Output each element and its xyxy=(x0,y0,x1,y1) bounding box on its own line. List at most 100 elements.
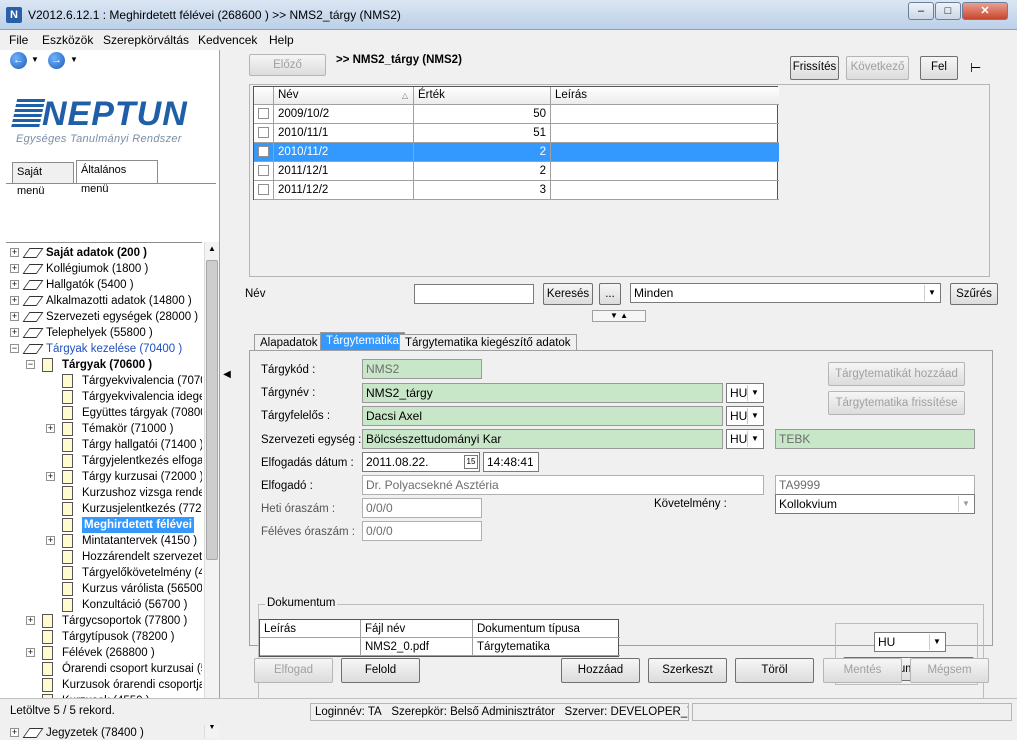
expand-node-icon[interactable]: + xyxy=(26,616,35,625)
szerkeszt-button[interactable]: Szerkeszt xyxy=(648,658,727,683)
add-tematika-button[interactable]: Tárgytematikát hozzáad xyxy=(828,362,965,386)
row-checkbox[interactable] xyxy=(258,146,269,157)
targynev-lang-select[interactable]: HU ▼ xyxy=(726,383,764,403)
close-button[interactable]: ✕ xyxy=(962,2,1008,20)
grid-header-nev[interactable]: Név △ xyxy=(274,87,414,105)
doc-cell-leiras[interactable] xyxy=(260,638,361,656)
row-checkbox[interactable] xyxy=(258,127,269,138)
cell-nev[interactable]: 2011/12/2 xyxy=(274,181,414,200)
menu-file[interactable]: File xyxy=(9,33,28,47)
splitter-toggle-icon[interactable]: ▼ ▲ xyxy=(592,310,646,322)
torol-button[interactable]: Töröl xyxy=(735,658,814,683)
tree-scrollbar[interactable]: ▲ ▼ xyxy=(204,242,219,738)
cell-ertek[interactable]: 2 xyxy=(414,162,551,181)
cell-ertek[interactable]: 51 xyxy=(414,124,551,143)
cell-nev[interactable]: 2010/11/1 xyxy=(274,124,414,143)
tab-sajat-menu[interactable]: Saját menü xyxy=(12,162,74,197)
cell-leiras[interactable] xyxy=(551,105,779,124)
cell-ertek[interactable]: 50 xyxy=(414,105,551,124)
cell-leiras[interactable] xyxy=(551,143,779,162)
expand-node-icon[interactable]: + xyxy=(10,728,19,737)
tab-targytematika[interactable]: Tárgytematika xyxy=(320,332,405,352)
cell-leiras[interactable] xyxy=(551,124,779,143)
up-button[interactable]: Fel xyxy=(920,56,958,80)
mentes-button[interactable]: Mentés xyxy=(823,658,902,683)
datum-field[interactable]: 2011.08.22. xyxy=(362,452,480,472)
back-arrow-icon[interactable]: ← xyxy=(10,52,27,69)
refresh-tematika-button[interactable]: Tárgytematika frissítése xyxy=(828,391,965,415)
grid-header-leiras[interactable]: Leírás xyxy=(551,87,779,105)
menu-kedvencek[interactable]: Kedvencek xyxy=(198,33,257,47)
cell-nev[interactable]: 2009/10/2 xyxy=(274,105,414,124)
felelos-lang-select[interactable]: HU ▼ xyxy=(726,406,764,426)
szerv-lang-select[interactable]: HU ▼ xyxy=(726,429,764,449)
doc-header-fajlnev[interactable]: Fájl név xyxy=(361,620,473,638)
expand-node-icon[interactable]: + xyxy=(10,328,19,337)
expand-node-icon[interactable]: + xyxy=(10,312,19,321)
tab-altalanos-menu[interactable]: Általános menü xyxy=(76,160,158,195)
targynev-field[interactable]: NMS2_tárgy xyxy=(362,383,723,403)
menu-help[interactable]: Help xyxy=(269,33,294,47)
minimize-button[interactable]: – xyxy=(908,2,934,20)
cell-leiras[interactable] xyxy=(551,162,779,181)
scroll-thumb[interactable] xyxy=(206,260,218,560)
collapse-node-icon[interactable]: − xyxy=(10,344,19,353)
kovetelmeny-select[interactable]: Kollokvium ▼ xyxy=(775,494,975,514)
row-checkbox[interactable] xyxy=(258,165,269,176)
row-checkbox[interactable] xyxy=(258,108,269,119)
search-button[interactable]: Keresés xyxy=(543,283,593,305)
name-search-input[interactable] xyxy=(414,284,534,304)
cell-nev[interactable]: 2011/12/1 xyxy=(274,162,414,181)
cell-ertek[interactable]: 3 xyxy=(414,181,551,200)
doc-cell-tipus[interactable]: Tárgytematika xyxy=(473,638,620,656)
doc-cell-fajlnev[interactable]: NMS2_0.pdf xyxy=(361,638,473,656)
pin-icon[interactable]: ⊢ xyxy=(970,60,981,76)
doc-header-tipus[interactable]: Dokumentum típusa xyxy=(473,620,620,638)
expand-node-icon[interactable]: + xyxy=(10,264,19,273)
elfogad-button[interactable]: Elfogad xyxy=(254,658,333,683)
felold-button[interactable]: Felold xyxy=(341,658,420,683)
heti-field[interactable]: 0/0/0 xyxy=(362,498,482,518)
menu-eszkozok[interactable]: Eszközök xyxy=(42,33,93,47)
feleves-field[interactable]: 0/0/0 xyxy=(362,521,482,541)
cell-leiras[interactable] xyxy=(551,181,779,200)
row-checkbox-cell[interactable] xyxy=(254,181,274,200)
forward-arrow-icon[interactable]: → xyxy=(48,52,65,69)
row-checkbox[interactable] xyxy=(258,184,269,195)
expand-node-icon[interactable]: + xyxy=(10,296,19,305)
scope-select[interactable]: Minden ▼ xyxy=(630,283,941,303)
szerv-field[interactable]: Bölcsészettudományi Kar xyxy=(362,429,723,449)
cell-ertek[interactable]: 2 xyxy=(414,143,551,162)
row-checkbox-cell[interactable] xyxy=(254,105,274,124)
refresh-button[interactable]: Frissítés xyxy=(790,56,839,80)
collapse-node-icon[interactable]: − xyxy=(26,360,35,369)
scroll-up-icon[interactable]: ▲ xyxy=(206,244,218,258)
menu-szerepkorvaltas[interactable]: Szerepkörváltás xyxy=(103,33,189,47)
prev-button[interactable]: Előző xyxy=(249,54,326,76)
document-lang-select[interactable]: HU ▼ xyxy=(874,632,946,652)
megsem-button[interactable]: Mégsem xyxy=(910,658,989,683)
forward-dropdown-icon[interactable]: ▼ xyxy=(70,55,78,64)
more-button[interactable]: ... xyxy=(599,283,621,305)
calendar-icon[interactable]: 15 xyxy=(464,455,478,469)
ido-field[interactable]: 14:48:41 xyxy=(483,452,539,472)
row-checkbox-cell[interactable] xyxy=(254,143,274,162)
maximize-button[interactable]: □ xyxy=(935,2,961,20)
expand-node-icon[interactable]: + xyxy=(26,648,35,657)
filter-button[interactable]: Szűrés xyxy=(950,283,998,305)
row-checkbox-cell[interactable] xyxy=(254,124,274,143)
felelos-field[interactable]: Dacsi Axel xyxy=(362,406,723,426)
expand-node-icon[interactable]: + xyxy=(10,280,19,289)
hozzaad-button[interactable]: Hozzáad xyxy=(561,658,640,683)
grid-header-ertek[interactable]: Érték xyxy=(414,87,551,105)
expand-node-icon[interactable]: + xyxy=(46,424,55,433)
cell-nev[interactable]: 2010/11/2 xyxy=(274,143,414,162)
expand-node-icon[interactable]: + xyxy=(10,248,19,257)
expand-node-icon[interactable]: + xyxy=(46,472,55,481)
expand-node-icon[interactable]: + xyxy=(46,536,55,545)
back-dropdown-icon[interactable]: ▼ xyxy=(31,55,39,64)
next-button[interactable]: Következő xyxy=(846,56,909,80)
doc-header-leiras[interactable]: Leírás xyxy=(260,620,361,638)
collapse-panel-icon[interactable]: ◀ xyxy=(221,365,233,385)
row-checkbox-cell[interactable] xyxy=(254,162,274,181)
